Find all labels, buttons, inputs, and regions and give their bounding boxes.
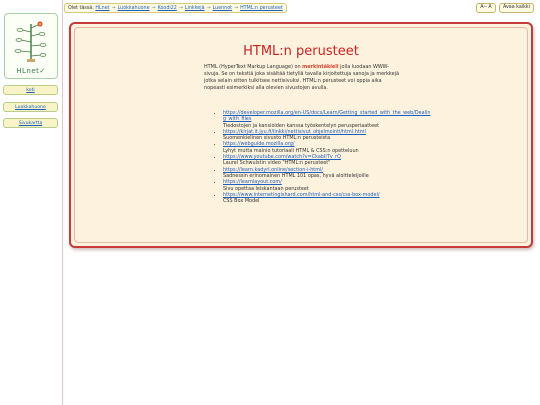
list-item: https://learnlayout.com/ Sivu opettaa le… — [223, 179, 433, 192]
resource-link[interactable]: https://kirjat.it.jyu.fi/linkki/nettisiv… — [223, 129, 366, 135]
list-item: https://learn.kadyrl.online/section-i-ht… — [223, 167, 433, 180]
list-item: https://www.internetingishard.com/html-a… — [223, 192, 433, 205]
breadcrumb-separator: → — [178, 6, 183, 11]
tree-logo-icon — [14, 21, 47, 62]
breadcrumb-link-hlnet[interactable]: HLnet — [95, 6, 109, 11]
resource-link[interactable]: https://www.youtube.com/watch?v=CkabIITv… — [223, 154, 341, 160]
content-card: HTML:n perusteet HTML (HyperText Markup … — [69, 22, 533, 248]
list-item: https://developer.mozilla.org/en-US/docs… — [223, 110, 433, 129]
intro-highlight-link[interactable]: merkintäkieli — [302, 64, 338, 70]
sidebar-item-koti[interactable]: koti — [3, 85, 58, 95]
list-item: https://webguide.mozilla.org/ Lyhyt mutt… — [223, 141, 433, 154]
breadcrumb-current-page[interactable]: HTML:n perusteet — [240, 6, 283, 11]
logo-text: HLnet✓ — [16, 67, 46, 75]
resource-link[interactable]: https://www.internetingishard.com/html-a… — [223, 192, 380, 198]
intro-text-before: HTML (HyperText Markup Language) on — [204, 64, 303, 70]
expand-all-button[interactable]: Avaa kaikki — [499, 3, 534, 13]
resource-link[interactable]: https://learnlayout.com/ — [223, 179, 282, 185]
sidebar-item-luokkahuone[interactable]: Luokkahuone — [3, 102, 58, 112]
resource-link[interactable]: https://developer.mozilla.org/en-US/docs… — [223, 110, 430, 122]
sidebar: HLnet✓ koti Luokkahuone Sivukartta — [0, 0, 63, 405]
breadcrumb-prefix: Olet tässä: — [68, 6, 94, 11]
resource-description: CSS Box Model — [223, 198, 260, 205]
resource-link-list: https://developer.mozilla.org/en-US/docs… — [211, 110, 433, 204]
list-item: https://www.youtube.com/watch?v=CkabIITv… — [223, 154, 433, 167]
breadcrumb-separator: → — [234, 6, 239, 11]
breadcrumb-link-linkkeja[interactable]: Linkkejä — [185, 6, 205, 11]
font-size-button[interactable]: A-- A — [476, 3, 496, 13]
breadcrumb-separator: → — [151, 6, 156, 11]
list-item: https://kirjat.it.jyu.fi/linkki/nettisiv… — [223, 129, 433, 142]
resource-link[interactable]: https://webguide.mozilla.org/ — [223, 141, 295, 147]
breadcrumb-link-koodi22[interactable]: Koodi22 — [158, 6, 177, 11]
breadcrumb-separator: → — [111, 6, 116, 11]
breadcrumb-separator: → — [206, 6, 211, 11]
sidebar-item-sivukartta[interactable]: Sivukartta — [3, 118, 58, 128]
page-title: HTML:n perusteet — [243, 44, 359, 59]
intro-paragraph: HTML (HyperText Markup Language) on merk… — [204, 64, 402, 92]
breadcrumb-link-luokkahuone[interactable]: Luokkahuone — [118, 6, 150, 11]
breadcrumb: Olet tässä: HLnet → Luokkahuone → Koodi22 → Li… — [64, 3, 287, 13]
breadcrumb-link-luennot[interactable]: Luennot — [213, 6, 232, 11]
site-logo[interactable]: HLnet✓ — [4, 13, 58, 79]
resource-link[interactable]: https://learn.kadyrl.online/section-i-ht… — [223, 167, 323, 173]
